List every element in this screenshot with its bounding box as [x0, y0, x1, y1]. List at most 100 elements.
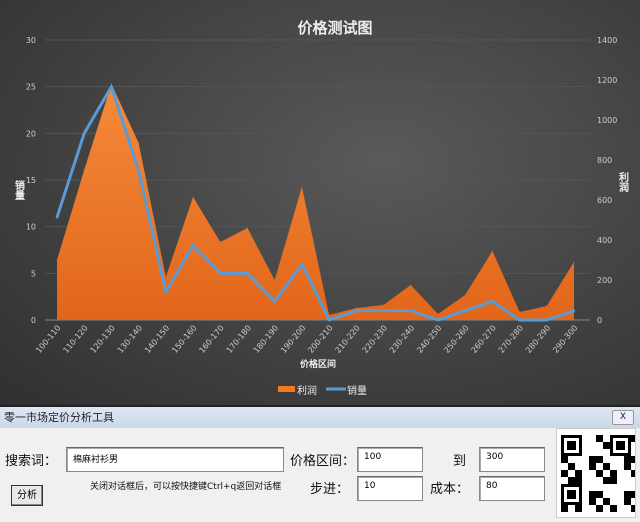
analyze-button[interactable]: 分析	[11, 485, 43, 506]
price-from-input[interactable]: 100	[357, 447, 423, 472]
profit-point	[573, 261, 575, 263]
legend-swatch-profit	[278, 386, 295, 392]
hint-text: 关闭对话框后，可以按快捷键Ctrl+q返回对话框	[90, 482, 282, 492]
x-tick: 250-260	[442, 324, 470, 355]
sales-point	[300, 262, 304, 266]
dialog-titlebar: 零一市场定价分析工具 X	[0, 407, 640, 428]
sales-point	[491, 300, 494, 303]
sales-point	[355, 309, 358, 312]
profit-area	[57, 84, 574, 320]
sales-point	[327, 318, 331, 322]
sales-point	[164, 290, 168, 294]
profit-point	[383, 304, 385, 306]
sales-point	[83, 132, 86, 135]
price-range-label: 价格区间：	[290, 454, 356, 469]
legend-profit: 利润	[297, 384, 317, 397]
profit-point	[328, 314, 330, 316]
x-tick: 260-270	[470, 324, 498, 355]
sales-point	[572, 309, 576, 312]
y-left-label: 销量	[13, 179, 25, 200]
dialog-title: 零一市场定价分析工具	[4, 411, 114, 424]
x-tick: 170-180	[225, 324, 253, 355]
sales-point	[55, 216, 59, 219]
x-tick: 130-140	[116, 324, 144, 355]
sales-point	[409, 309, 412, 312]
x-tick: 280-290	[524, 324, 552, 355]
profit-point	[437, 313, 439, 315]
profit-point	[192, 196, 194, 198]
to-label: 到	[453, 454, 467, 469]
profit-point	[165, 276, 167, 278]
legend-sales: 销量	[347, 384, 367, 397]
price-to-input[interactable]: 300	[479, 447, 545, 472]
profit-point	[355, 307, 357, 309]
y-left-tick: 5	[31, 269, 36, 278]
x-tick: 120-130	[89, 324, 117, 355]
y-right-tick: 1200	[597, 76, 617, 85]
y-right-tick: 400	[597, 236, 612, 245]
y-right-tick: 800	[597, 156, 612, 165]
profit-point	[301, 186, 303, 188]
x-tick: 110-120	[61, 324, 89, 355]
x-tick: 180-190	[252, 324, 280, 355]
sales-point	[463, 309, 467, 312]
y-right-tick: 0	[597, 316, 602, 325]
x-tick: 230-240	[388, 324, 416, 355]
x-tick: 270-280	[497, 324, 525, 355]
close-button[interactable]: X	[612, 410, 634, 425]
sales-point	[219, 272, 222, 275]
y-right-tick: 1400	[597, 36, 617, 45]
profit-point	[56, 259, 58, 261]
x-axis-label: 价格区间	[300, 358, 336, 370]
chart-area: 价格测试图 0 5 10 15 20 25 30 0 200 400 600 800 1000 1200 1…	[0, 0, 640, 405]
x-tick: 210-220	[333, 324, 361, 355]
y-left-tick: 15	[26, 176, 36, 185]
price-test-chart: 价格测试图 0 5 10 15 20 25 30 0 200 400 600 800 1000 1200 1…	[13, 19, 629, 397]
sales-point	[191, 244, 195, 247]
profit-point	[519, 311, 521, 313]
profit-point	[546, 305, 548, 307]
cost-input[interactable]: 80	[479, 476, 545, 501]
x-tick: 160-170	[197, 324, 225, 355]
x-tick: 290-300	[551, 324, 579, 355]
x-tick: 200-210	[306, 324, 334, 355]
x-tick: 140-150	[143, 324, 171, 355]
profit-point	[138, 142, 140, 144]
search-label: 搜索词：	[5, 454, 58, 469]
step-label: 步进：	[310, 482, 350, 497]
sales-point	[545, 318, 548, 322]
y-left-tick: 10	[26, 223, 36, 232]
profit-point	[110, 83, 112, 85]
profit-point	[491, 250, 493, 252]
y-left-tick: 20	[26, 129, 36, 138]
sales-point	[246, 272, 249, 275]
sales-point	[273, 300, 276, 303]
x-tick: 150-160	[170, 324, 198, 355]
y-right-tick: 600	[597, 196, 612, 205]
cost-label: 成本：	[430, 482, 470, 497]
x-tick: 220-230	[361, 324, 389, 355]
sales-point	[382, 309, 385, 312]
profit-point	[410, 284, 412, 286]
x-tick: 240-250	[415, 324, 443, 355]
profit-point	[464, 294, 466, 296]
chart-title: 价格测试图	[297, 19, 372, 37]
search-input[interactable]: 棉麻衬衫男	[66, 447, 284, 472]
step-input[interactable]: 10	[357, 476, 423, 501]
x-tick: 190-200	[279, 324, 307, 355]
profit-point	[246, 227, 248, 229]
y-right-tick: 200	[597, 276, 612, 285]
sales-point	[518, 318, 521, 322]
y-left-tick: 0	[31, 316, 36, 325]
profit-point	[274, 279, 276, 281]
sales-point	[137, 169, 140, 172]
y-right-tick: 1000	[597, 116, 617, 125]
y-right-label: 利润	[617, 171, 629, 193]
profit-point	[219, 241, 221, 243]
sales-point	[436, 318, 440, 322]
y-left-tick: 30	[26, 36, 36, 45]
y-left-tick: 25	[26, 83, 36, 92]
sales-point	[110, 85, 113, 88]
analysis-dialog: 零一市场定价分析工具 X 搜索词： 棉麻衬衫男 价格区间： 100 到 300 …	[0, 405, 640, 522]
qr-code-image	[556, 428, 638, 518]
